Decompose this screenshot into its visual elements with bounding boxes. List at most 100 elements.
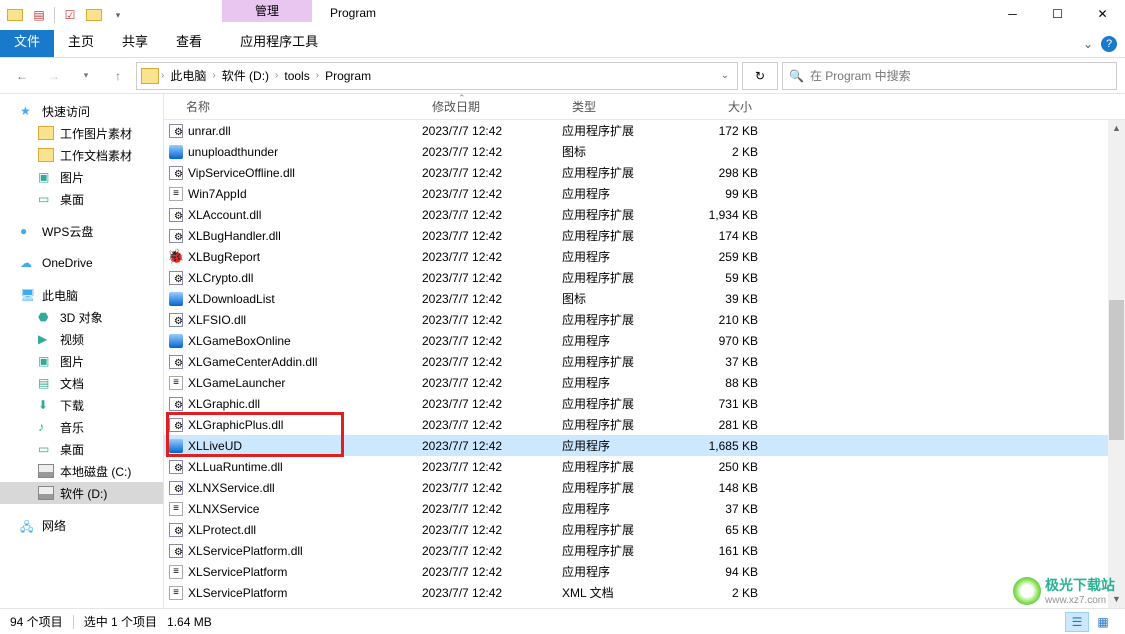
file-type: 应用程序扩展	[562, 395, 680, 412]
maximize-button[interactable]: ☐	[1035, 0, 1080, 28]
file-row[interactable]: XLNXService2023/7/7 12:42应用程序37 KB	[164, 498, 1125, 519]
help-icon[interactable]: ?	[1101, 36, 1117, 52]
tree-group-wps[interactable]: ●WPS云盘	[0, 220, 163, 242]
tree-item[interactable]: 本地磁盘 (C:)	[0, 460, 163, 482]
vertical-scrollbar[interactable]: ▲ ▼	[1108, 120, 1125, 608]
file-row[interactable]: XLGameBoxOnline2023/7/7 12:42应用程序970 KB	[164, 330, 1125, 351]
file-icon	[168, 123, 184, 139]
chevron-icon[interactable]: ›	[212, 70, 215, 81]
file-row[interactable]: XLAccount.dll2023/7/7 12:42应用程序扩展1,934 K…	[164, 204, 1125, 225]
view-details-button[interactable]: ☰	[1065, 612, 1089, 632]
ribbon-tab-file[interactable]: 文件	[0, 30, 54, 57]
back-button[interactable]: ←	[8, 62, 36, 90]
chevron-icon[interactable]: ›	[275, 70, 278, 81]
file-row[interactable]: XLGameCenterAddin.dll2023/7/7 12:42应用程序扩…	[164, 351, 1125, 372]
crumb-drive[interactable]: 软件 (D:)	[218, 67, 273, 84]
tree-item[interactable]: 工作文档素材	[0, 144, 163, 166]
column-size[interactable]: 大小	[682, 98, 760, 115]
tree-item[interactable]: ⬣3D 对象	[0, 306, 163, 328]
tree-group-network[interactable]: 🖧网络	[0, 514, 163, 536]
file-row[interactable]: XLServicePlatform2023/7/7 12:42XML 文档2 K…	[164, 582, 1125, 603]
ribbon: 文件 主页 共享 查看 应用程序工具 ⌄ ?	[0, 30, 1125, 58]
tree-item[interactable]: ▤文档	[0, 372, 163, 394]
tree-item[interactable]: ▣图片	[0, 166, 163, 188]
column-date[interactable]: 修改日期	[424, 98, 564, 115]
scroll-up-icon[interactable]: ▲	[1108, 120, 1125, 137]
recent-dropdown[interactable]: ▾	[72, 62, 100, 90]
breadcrumb[interactable]: › 此电脑 › 软件 (D:) › tools › Program ⌄	[136, 62, 738, 90]
address-dropdown-icon[interactable]: ⌄	[717, 70, 733, 81]
ribbon-tab-share[interactable]: 共享	[108, 30, 162, 57]
search-box[interactable]: 🔍 在 Program 中搜索	[782, 62, 1117, 90]
file-row[interactable]: unuploadthunder2023/7/7 12:42图标2 KB	[164, 141, 1125, 162]
crumb-program[interactable]: Program	[321, 69, 375, 83]
tree-item-label: 图片	[60, 169, 84, 186]
file-size: 259 KB	[680, 250, 758, 264]
file-row[interactable]: unrar.dll2023/7/7 12:42应用程序扩展172 KB	[164, 120, 1125, 141]
file-size: 65 KB	[680, 523, 758, 537]
ribbon-tab-apptools[interactable]: 应用程序工具	[226, 30, 332, 57]
tree-item[interactable]: ▶视频	[0, 328, 163, 350]
forward-button[interactable]: →	[40, 62, 68, 90]
crumb-tools[interactable]: tools	[280, 69, 313, 83]
folder-icon[interactable]	[4, 4, 26, 26]
tree-item-label: 工作文档素材	[60, 147, 132, 164]
view-icons-button[interactable]: ▦	[1091, 612, 1115, 632]
close-button[interactable]: ✕	[1080, 0, 1125, 28]
file-row[interactable]: XLServicePlatform2023/7/7 12:42应用程序94 KB	[164, 561, 1125, 582]
file-row[interactable]: XLLiveUD2023/7/7 12:42应用程序1,685 KB	[164, 435, 1125, 456]
file-type: XML 文档	[562, 584, 680, 601]
tree-item[interactable]: 软件 (D:)	[0, 482, 163, 504]
ribbon-expand-icon[interactable]: ⌄	[1083, 37, 1093, 51]
tree-item[interactable]: ♪音乐	[0, 416, 163, 438]
tree-item[interactable]: ▭桌面	[0, 188, 163, 210]
watermark-logo-icon	[1013, 577, 1041, 605]
refresh-button[interactable]: ↻	[742, 62, 778, 90]
file-row[interactable]: XLBugHandler.dll2023/7/7 12:42应用程序扩展174 …	[164, 225, 1125, 246]
file-size: 88 KB	[680, 376, 758, 390]
chevron-icon[interactable]: ›	[161, 70, 164, 81]
file-row[interactable]: XLGameLauncher2023/7/7 12:42应用程序88 KB	[164, 372, 1125, 393]
column-headers[interactable]: 名称 ⌃ 修改日期 类型 大小	[164, 94, 1125, 120]
ribbon-tab-home[interactable]: 主页	[54, 30, 108, 57]
new-folder-icon[interactable]	[83, 4, 105, 26]
file-row[interactable]: XLNXService.dll2023/7/7 12:42应用程序扩展148 K…	[164, 477, 1125, 498]
tree-item[interactable]: 工作图片素材	[0, 122, 163, 144]
properties-icon[interactable]: ▤	[28, 4, 50, 26]
file-row[interactable]: VipServiceOffline.dll2023/7/7 12:42应用程序扩…	[164, 162, 1125, 183]
status-selected-count: 选中 1 个项目	[84, 613, 157, 630]
scroll-thumb[interactable]	[1109, 300, 1124, 440]
file-row[interactable]: 🐞XLBugReport2023/7/7 12:42应用程序259 KB	[164, 246, 1125, 267]
qat-dropdown-icon[interactable]: ▾	[107, 4, 129, 26]
column-type[interactable]: 类型	[564, 98, 682, 115]
tree-group-star[interactable]: ★快速访问	[0, 100, 163, 122]
file-list[interactable]: unrar.dll2023/7/7 12:42应用程序扩展172 KBunupl…	[164, 120, 1125, 608]
ribbon-tab-view[interactable]: 查看	[162, 30, 216, 57]
file-row[interactable]: XLCrypto.dll2023/7/7 12:42应用程序扩展59 KB	[164, 267, 1125, 288]
crumb-pc[interactable]: 此电脑	[166, 67, 210, 84]
watermark-url: www.xz7.com	[1045, 595, 1115, 606]
tree-item[interactable]: ⬇下载	[0, 394, 163, 416]
tree-item[interactable]: ▣图片	[0, 350, 163, 372]
file-type: 图标	[562, 143, 680, 160]
file-icon	[168, 270, 184, 286]
tree-group-onedrive[interactable]: ☁OneDrive	[0, 252, 163, 274]
tree-group-pc[interactable]: 🖥此电脑	[0, 284, 163, 306]
file-row[interactable]: XLFSIO.dll2023/7/7 12:42应用程序扩展210 KB	[164, 309, 1125, 330]
up-button[interactable]: ↑	[104, 62, 132, 90]
file-type: 应用程序扩展	[562, 269, 680, 286]
minimize-button[interactable]: ─	[990, 0, 1035, 28]
file-row[interactable]: XLGraphic.dll2023/7/7 12:42应用程序扩展731 KB	[164, 393, 1125, 414]
file-row[interactable]: XLGraphicPlus.dll2023/7/7 12:42应用程序扩展281…	[164, 414, 1125, 435]
file-row[interactable]: XLServicePlatform.dll2023/7/7 12:42应用程序扩…	[164, 540, 1125, 561]
file-row[interactable]: XLLuaRuntime.dll2023/7/7 12:42应用程序扩展250 …	[164, 456, 1125, 477]
chevron-icon[interactable]: ›	[316, 70, 319, 81]
file-row[interactable]: XLDownloadList2023/7/7 12:42图标39 KB	[164, 288, 1125, 309]
navigation-pane[interactable]: ★快速访问工作图片素材工作文档素材▣图片▭桌面●WPS云盘☁OneDrive🖥此…	[0, 94, 164, 608]
file-type: 应用程序扩展	[562, 542, 680, 559]
file-row[interactable]: XLProtect.dll2023/7/7 12:42应用程序扩展65 KB	[164, 519, 1125, 540]
checkbox-icon[interactable]: ☑	[59, 4, 81, 26]
tree-item[interactable]: ▭桌面	[0, 438, 163, 460]
file-row[interactable]: Win7AppId2023/7/7 12:42应用程序99 KB	[164, 183, 1125, 204]
column-name[interactable]: 名称 ⌃	[164, 98, 424, 115]
